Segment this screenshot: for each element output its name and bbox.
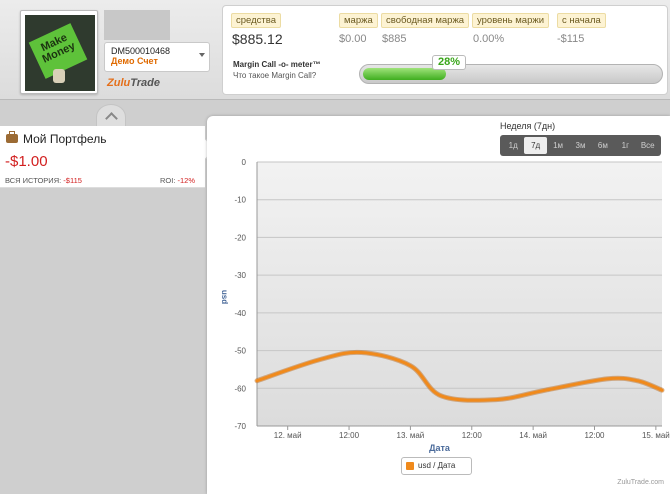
y-axis-title: usd	[220, 290, 229, 304]
account-stats: средства маржа свободная маржа уровень м…	[222, 5, 668, 95]
plot-area	[257, 162, 662, 426]
stat-value-equity: $885.12	[232, 31, 283, 47]
stat-value-margin: $0.00	[339, 33, 367, 45]
portfolio-value: -$1.00	[5, 153, 48, 170]
period-button[interactable]: 1д	[502, 137, 524, 154]
watermark: ZuluTrade.com	[617, 479, 664, 486]
placeholder-block	[104, 10, 170, 40]
chevron-down-icon	[199, 53, 205, 57]
y-tick-label: -20	[234, 233, 246, 242]
equity-chart: 0 -10 -20 -30 -40 -50 -60 -70 12. май 12:00 13. ма…	[220, 158, 670, 453]
y-tick-label: -60	[234, 384, 246, 393]
y-tick-label: -70	[234, 422, 246, 431]
portfolio-panel[interactable]: Мой Портфель -$1.00 ВСЯ ИСТОРИЯ: -$115 R…	[0, 126, 205, 188]
avatar-image: Make Money	[25, 15, 95, 91]
y-tick-label: -50	[234, 347, 246, 356]
roi-label: ROI:	[160, 176, 178, 185]
margin-call-meter	[359, 64, 663, 84]
chart-legend[interactable]: usd / Дата	[401, 457, 472, 475]
brand-logo-part-a: Zulu	[107, 77, 131, 89]
y-tick-label: -40	[234, 309, 246, 318]
stat-label-equity: средства	[231, 13, 281, 28]
y-tick-label: -10	[234, 196, 246, 205]
brand-logo: ZuluTrade	[107, 77, 160, 89]
margin-call-help-link[interactable]: Что такое Margin Call?	[233, 71, 316, 80]
avatar-figure	[53, 69, 65, 83]
period-selector: 1д 7д 1м 3м 6м 1г Все	[500, 135, 661, 156]
x-tick-label: 13. май	[397, 431, 425, 440]
margin-call-percent: 28%	[432, 55, 466, 70]
x-tick-label: 14. май	[519, 431, 547, 440]
stat-label-margin-level: уровень маржи	[472, 13, 550, 28]
period-button[interactable]: 1г	[614, 137, 636, 154]
stat-label-free-margin: свободная маржа	[381, 13, 470, 28]
period-button[interactable]: Все	[637, 137, 659, 154]
briefcase-icon	[6, 131, 18, 143]
stat-label-since-start: с начала	[557, 13, 606, 28]
margin-call-title: Margin Call -o- meter™	[233, 60, 321, 69]
roi-value: -12%	[177, 176, 196, 185]
legend-swatch	[406, 462, 414, 470]
history-total-label: ВСЯ ИСТОРИЯ:	[5, 176, 64, 185]
x-tick-label: 12:00	[462, 431, 483, 440]
x-tick-label: 12:00	[584, 431, 605, 440]
x-tick-label: 15. май	[642, 431, 670, 440]
y-tick-label: 0	[242, 158, 247, 167]
period-title: Неделя (7дн)	[500, 121, 556, 131]
portfolio-title: Мой Портфель	[23, 132, 107, 146]
x-axis-title: Дата	[429, 443, 451, 453]
x-tick-label: 12:00	[339, 431, 360, 440]
roi: ROI: -12%	[160, 176, 195, 185]
y-tick-label: -30	[234, 271, 246, 280]
history-total-value: -$115	[63, 176, 82, 185]
stat-value-free-margin: $885	[382, 33, 407, 45]
x-tick-label: 12. май	[274, 431, 302, 440]
legend-label: usd / Дата	[418, 461, 456, 470]
account-type: Демо Счет	[111, 56, 158, 66]
stat-value-since-start: -$115	[557, 33, 585, 45]
account-id: DM500010468	[111, 46, 171, 56]
stat-label-margin: маржа	[339, 13, 378, 28]
avatar[interactable]: Make Money	[20, 10, 98, 94]
brand-logo-part-b: Trade	[130, 77, 160, 89]
stat-value-margin-level: 0.00%	[473, 33, 505, 45]
period-button[interactable]: 7д	[524, 137, 547, 154]
period-button[interactable]: 3м	[569, 137, 591, 154]
period-button[interactable]: 6м	[592, 137, 614, 154]
account-selector[interactable]: DM500010468 Демо Счет	[104, 42, 210, 72]
period-button[interactable]: 1м	[547, 137, 569, 154]
chart-panel: 0 -10 -20 -30 -40 -50 -60 -70 12. май 12:00 13. ма…	[207, 116, 670, 494]
account-header: Make Money DM500010468 Демо Счет ZuluTra…	[0, 0, 670, 100]
history-total: ВСЯ ИСТОРИЯ: -$115	[5, 176, 82, 185]
